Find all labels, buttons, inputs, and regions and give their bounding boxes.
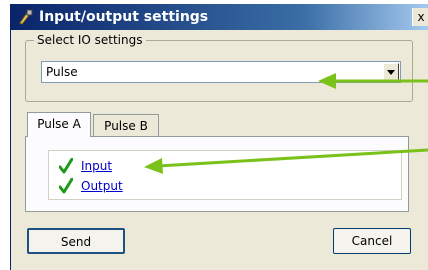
io-list: Input Output [48,150,402,200]
tab-panel: Input Output [25,136,409,212]
io-settings-select[interactable]: Pulse [41,61,401,83]
close-button[interactable]: x [412,8,428,26]
io-settings-group: Select IO settings Pulse [25,32,413,102]
cancel-button[interactable]: Cancel [333,228,411,254]
tab-strip: Pulse A Pulse B [25,112,411,137]
output-link[interactable]: Output [81,178,123,194]
settings-tool-icon [19,9,33,25]
io-settings-dialog: Input/output settings x Select IO settin… [10,4,428,270]
checkmark-icon [59,158,73,174]
checkmark-icon [59,178,73,194]
select-value: Pulse [46,65,78,79]
tab-pulse-a[interactable]: Pulse A [27,112,91,137]
dropdown-arrow-button[interactable] [383,63,399,81]
title-bar: Input/output settings x [11,4,428,30]
tab-pulse-b[interactable]: Pulse B [93,114,159,137]
window-title: Input/output settings [39,9,209,25]
input-link[interactable]: Input [81,158,112,174]
group-label: Select IO settings [34,32,146,48]
send-button[interactable]: Send [27,228,125,254]
